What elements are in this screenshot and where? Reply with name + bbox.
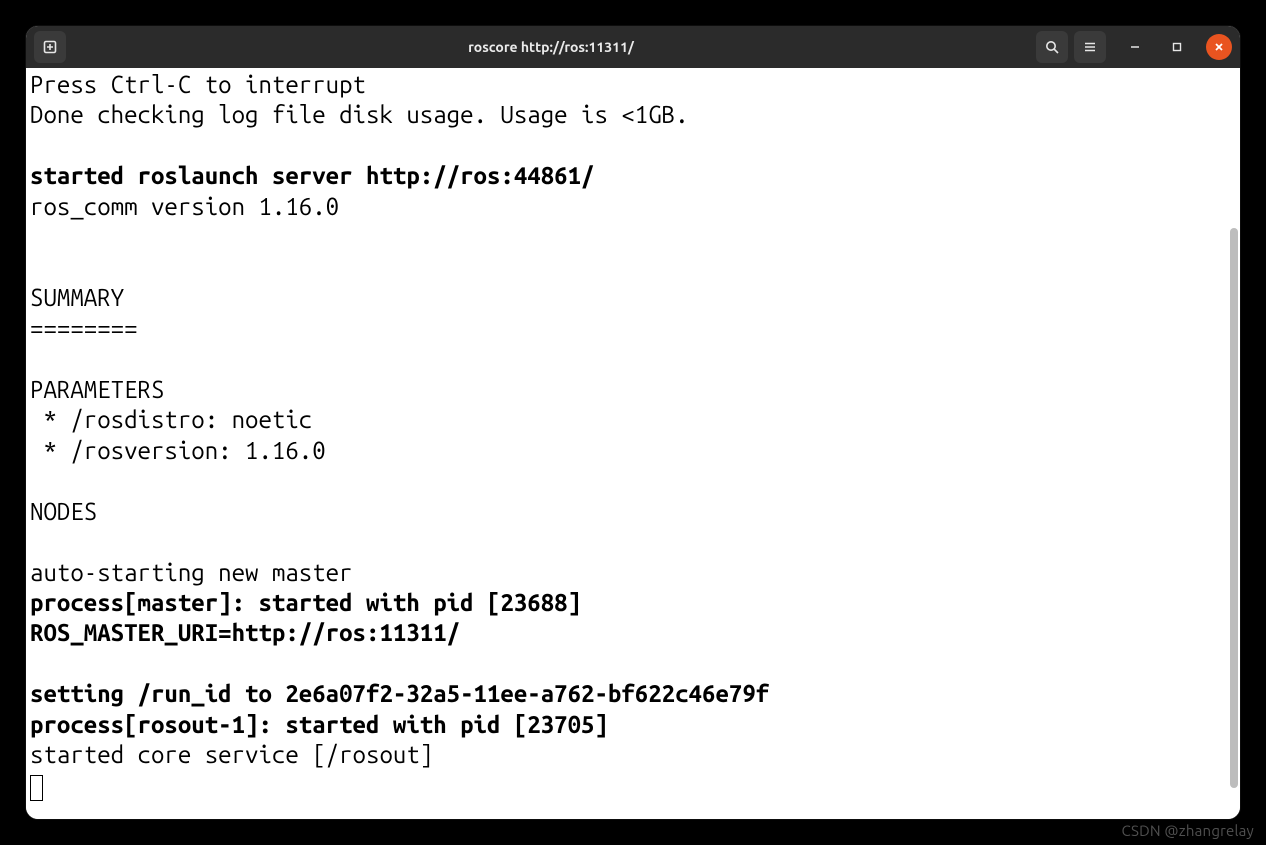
terminal-line: setting /run_id to 2e6a07f2-32a5-11ee-a7… [30, 679, 1236, 709]
terminal-line: Done checking log file disk usage. Usage… [30, 100, 1236, 130]
terminal-line: auto-starting new master [30, 558, 1236, 588]
terminal-line [30, 527, 1236, 557]
scrollbar-thumb[interactable] [1230, 228, 1238, 788]
terminal-line: * /rosdistro: noetic [30, 405, 1236, 435]
maximize-button[interactable] [1164, 34, 1190, 60]
terminal-line: Press Ctrl-C to interrupt [30, 70, 1236, 100]
terminal-line [30, 466, 1236, 496]
minimize-button[interactable] [1122, 34, 1148, 60]
new-tab-button[interactable] [34, 31, 66, 63]
scrollbar[interactable] [1228, 68, 1240, 819]
terminal-line: process[rosout-1]: started with pid [237… [30, 710, 1236, 740]
terminal-line: process[master]: started with pid [23688… [30, 588, 1236, 618]
terminal-line: ======== [30, 314, 1236, 344]
terminal-line [30, 649, 1236, 679]
terminal-output[interactable]: Press Ctrl-C to interruptDone checking l… [26, 68, 1240, 819]
window-title: roscore http://ros:11311/ [66, 39, 1036, 55]
terminal-line: PARAMETERS [30, 375, 1236, 405]
terminal-line: started roslaunch server http://ros:4486… [30, 161, 1236, 191]
search-button[interactable] [1036, 31, 1068, 63]
terminal-line: NODES [30, 497, 1236, 527]
terminal-line [30, 344, 1236, 374]
titlebar: roscore http://ros:11311/ [26, 26, 1240, 68]
close-button[interactable] [1206, 34, 1232, 60]
terminal-line: ROS_MASTER_URI=http://ros:11311/ [30, 618, 1236, 648]
terminal-line: started core service [/rosout] [30, 740, 1236, 770]
terminal-window: roscore http://ros:11311/ [26, 26, 1240, 819]
watermark: CSDN @zhangrelay [1121, 822, 1254, 839]
terminal-line [30, 222, 1236, 252]
terminal-line: SUMMARY [30, 283, 1236, 313]
terminal-line [30, 253, 1236, 283]
terminal-line: * /rosversion: 1.16.0 [30, 436, 1236, 466]
hamburger-menu-button[interactable] [1074, 31, 1106, 63]
terminal-cursor [30, 775, 43, 801]
terminal-line [30, 131, 1236, 161]
terminal-line: ros_comm version 1.16.0 [30, 192, 1236, 222]
